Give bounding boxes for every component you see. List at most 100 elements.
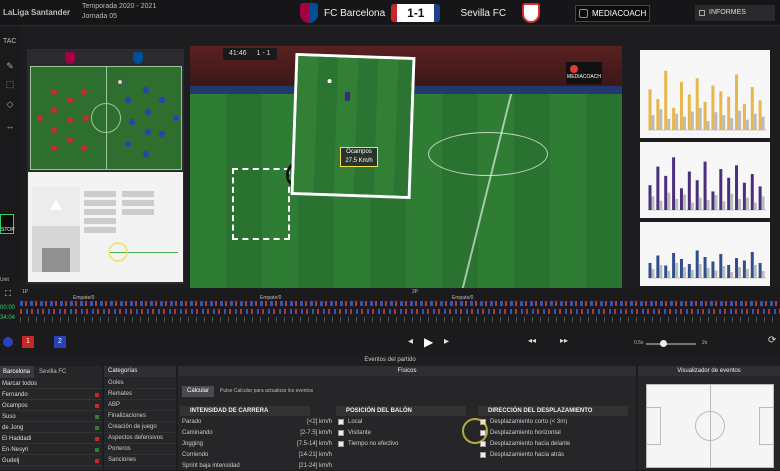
player-dot[interactable] <box>81 145 87 151</box>
blue-count-badge[interactable]: 2 <box>54 336 66 348</box>
filter-row[interactable]: Jogging [7.5-14] km/h <box>182 439 332 449</box>
player-row[interactable]: Suso <box>0 412 102 422</box>
zoom-inset[interactable] <box>290 52 416 200</box>
checkbox[interactable] <box>338 419 344 425</box>
filter-range: [14-21] km/h <box>298 452 332 458</box>
chart-card-2[interactable] <box>640 142 770 218</box>
zone-tool-icon[interactable]: ⬚ <box>4 79 16 89</box>
player-dot[interactable] <box>67 117 73 123</box>
filter-row[interactable]: Caminando [2-7.5] km/h <box>182 428 332 438</box>
checkbox[interactable] <box>338 430 344 436</box>
player-dot[interactable] <box>125 97 131 103</box>
chart-card-3[interactable] <box>640 222 770 286</box>
category-item[interactable]: Finalizaciones <box>104 411 176 422</box>
category-item[interactable]: Remates <box>104 389 176 400</box>
category-item[interactable]: Aspectos defensivos <box>104 433 176 444</box>
timeline-track-3[interactable] <box>20 317 780 322</box>
speed-slider-handle[interactable] <box>660 340 667 347</box>
chart-bar <box>714 195 718 210</box>
filter-label: Local <box>348 419 363 425</box>
player-row[interactable]: Gudelj <box>0 456 102 466</box>
player-dot[interactable] <box>51 127 57 133</box>
player-dot[interactable] <box>143 151 149 157</box>
checkbox[interactable] <box>338 441 344 447</box>
filter-row[interactable]: Parado [<2] km/h <box>182 417 332 427</box>
fullscreen-icon[interactable]: ⛶ <box>0 289 16 301</box>
stop-button[interactable]: STOP <box>0 214 15 234</box>
player-row[interactable]: En-Nesyri <box>0 445 102 455</box>
timeline-track-1[interactable] <box>20 301 780 306</box>
red-count-badge[interactable]: 1 <box>22 336 34 348</box>
category-item[interactable]: Goles <box>104 378 176 389</box>
tab-home-team[interactable]: Barcelona <box>0 366 34 378</box>
step-back-icon[interactable]: ◂◂ <box>528 336 536 345</box>
player-dot[interactable] <box>173 115 179 121</box>
play-button[interactable]: ▶ <box>424 335 433 349</box>
chart-bar <box>690 111 694 130</box>
tag-tool-icon[interactable]: ◇ <box>4 99 16 109</box>
visualizer-pitch[interactable] <box>646 384 774 468</box>
calculate-button[interactable]: Calcular <box>182 386 214 397</box>
arrow-icon <box>95 448 99 452</box>
measure-tool-icon[interactable]: ↔ <box>4 121 16 131</box>
chart-bar <box>651 115 655 130</box>
chart-bar <box>703 101 707 130</box>
player-dot[interactable] <box>125 141 131 147</box>
dashed-zone[interactable] <box>232 168 290 240</box>
filter-row[interactable]: Corriendo [14-21] km/h <box>182 450 332 460</box>
filter-label: Caminando <box>182 430 213 436</box>
category-item[interactable]: Creación de juego <box>104 422 176 433</box>
refresh-icon[interactable]: ⟳ <box>768 335 776 346</box>
player-dot[interactable] <box>159 131 165 137</box>
tactical-pitch[interactable] <box>30 66 182 170</box>
player-row[interactable]: Fernando <box>0 390 102 400</box>
player-dot[interactable] <box>159 97 165 103</box>
chart-bar <box>706 121 710 130</box>
step-forward-icon[interactable]: ▸▸ <box>560 336 568 345</box>
select-all-row[interactable]: Marcar todos <box>0 379 102 389</box>
playback-controls: 1 2 ◂ ▶ ▸ ◂◂ ▸▸ 0.5x 2x ⟳ <box>0 330 780 354</box>
match-timeline[interactable]: ⛶ 1P 2P Empate/0 Empate/0 Empate/0 00:00… <box>0 289 780 327</box>
player-dot[interactable] <box>51 89 57 95</box>
speed-slider[interactable] <box>646 340 696 347</box>
home-team-name: FC Barcelona <box>324 7 386 19</box>
player-dot[interactable] <box>145 129 151 135</box>
team-toggle-icon[interactable] <box>3 337 13 347</box>
player-name: Fernando <box>2 392 28 398</box>
player-dot[interactable] <box>143 87 149 93</box>
player-dot[interactable] <box>67 137 73 143</box>
player-row[interactable]: Ocampos <box>0 401 102 411</box>
player-row[interactable]: El Haddadi <box>0 434 102 444</box>
player-dot[interactable] <box>83 115 89 121</box>
next-frame-icon[interactable]: ▸ <box>444 336 449 347</box>
chart-bar <box>711 261 715 278</box>
player-dot[interactable] <box>37 115 43 121</box>
chart-bar <box>656 255 660 278</box>
chart-bar <box>667 192 671 210</box>
categories-header: Categorías <box>104 366 176 377</box>
player-dot[interactable] <box>51 107 57 113</box>
timeline-track-2[interactable] <box>20 309 780 314</box>
draw-tool-icon[interactable]: ✎ <box>4 61 16 71</box>
filter-label: Sprint baja intensidad <box>182 463 240 469</box>
away-team-name: Sevilla FC <box>460 7 507 19</box>
fisicos-header: Físicos <box>178 366 636 376</box>
category-item[interactable]: ABP <box>104 400 176 411</box>
player-dot-selected[interactable] <box>117 79 123 85</box>
player-dot[interactable] <box>51 145 57 151</box>
chart-card-1[interactable] <box>640 50 770 138</box>
player-dot[interactable] <box>81 89 87 95</box>
informes-button[interactable]: INFORMES <box>695 5 775 21</box>
category-item[interactable]: Porteros <box>104 444 176 455</box>
category-item[interactable]: Sanciones <box>104 455 176 466</box>
filter-label: Desplazamiento hacia delante <box>490 441 571 447</box>
player-dot[interactable] <box>145 109 151 115</box>
player-dot[interactable] <box>67 97 73 103</box>
player-dot[interactable] <box>129 119 135 125</box>
prev-frame-icon[interactable]: ◂ <box>408 336 413 347</box>
tab-away-team[interactable]: Sevilla FC <box>36 366 102 378</box>
chart-bar <box>687 171 691 210</box>
player-row[interactable]: de Jong <box>0 423 102 433</box>
checkbox[interactable] <box>480 452 486 458</box>
chart-bar <box>722 266 726 278</box>
